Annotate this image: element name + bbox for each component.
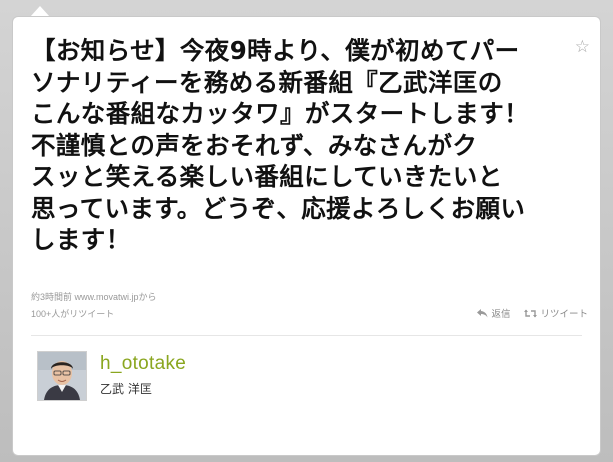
- retweet-arrows-icon: [524, 309, 538, 318]
- display-name: 乙武 洋匡: [100, 382, 152, 396]
- divider: [31, 335, 582, 336]
- star-icon[interactable]: ☆: [575, 39, 590, 56]
- retweet-label: リツイート: [540, 309, 588, 320]
- reply-label: 返信: [491, 309, 511, 320]
- avatar-photo: [38, 352, 86, 400]
- page-background: 【お知らせ】今夜9時より、僕が初めてパー ソナリティーを務める新番組『乙武洋匡の…: [0, 0, 613, 462]
- source-suffix: から: [138, 292, 157, 302]
- tweet-text: 【お知らせ】今夜9時より、僕が初めてパー ソナリティーを務める新番組『乙武洋匡の…: [31, 36, 529, 254]
- tweet-actions: 返信 リツイート: [477, 306, 588, 320]
- retweet-count[interactable]: 100+人がリツイート: [31, 307, 114, 320]
- tweet-card: 【お知らせ】今夜9時より、僕が初めてパー ソナリティーを務める新番組『乙武洋匡の…: [12, 16, 601, 456]
- timestamp-link[interactable]: 約3時間前: [31, 292, 72, 302]
- avatar[interactable]: [37, 351, 87, 401]
- retweet-button[interactable]: リツイート: [524, 306, 588, 320]
- username-link[interactable]: h_ototake: [100, 353, 186, 375]
- reply-arrow-icon: [477, 308, 488, 318]
- tweet-meta: 約3時間前 www.movatwi.jpから: [31, 290, 157, 303]
- reply-button[interactable]: 返信: [477, 306, 510, 320]
- source-link[interactable]: www.movatwi.jp: [75, 292, 139, 302]
